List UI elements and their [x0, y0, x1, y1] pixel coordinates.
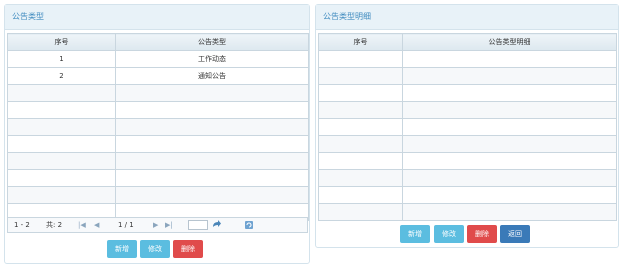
- row-index: 2: [7, 67, 116, 85]
- pagination-bar: 1 - 2 共: 2 |◀ ◀ 1 / 1 ▶ ▶|: [7, 217, 308, 233]
- row-index: 1: [7, 50, 116, 68]
- column-header-type[interactable]: 公告类型: [115, 33, 309, 51]
- empty-row: [7, 152, 309, 170]
- pager-total: 共: 2: [46, 221, 63, 229]
- empty-row: [7, 118, 309, 136]
- back-button[interactable]: 返回: [500, 225, 530, 243]
- go-icon[interactable]: [212, 219, 222, 236]
- empty-row: [318, 135, 617, 153]
- panel-title: 公告类型: [5, 5, 309, 30]
- empty-row: [318, 84, 617, 102]
- last-page-icon[interactable]: ▶|: [165, 218, 173, 232]
- announcement-type-panel: 公告类型 序号 公告类型 1 工作动态 2 通知公告 1 - 2 共: 2 |◀…: [4, 4, 310, 264]
- table-row[interactable]: 1 工作动态: [7, 50, 309, 68]
- announcement-type-table: 序号 公告类型 1 工作动态 2 通知公告: [7, 33, 309, 221]
- empty-row: [318, 152, 617, 170]
- empty-row: [318, 118, 617, 136]
- table-row[interactable]: 2 通知公告: [7, 67, 309, 85]
- empty-row: [7, 169, 309, 187]
- row-type: 通知公告: [115, 67, 309, 85]
- edit-button[interactable]: 修改: [434, 225, 464, 243]
- first-page-icon[interactable]: |◀: [78, 218, 86, 232]
- add-button[interactable]: 新增: [400, 225, 430, 243]
- empty-row: [318, 203, 617, 221]
- add-button[interactable]: 新增: [107, 240, 137, 258]
- empty-row: [318, 67, 617, 85]
- pager-page: 1 / 1: [118, 221, 134, 229]
- empty-row: [318, 101, 617, 119]
- pager-range: 1 - 2: [14, 221, 30, 229]
- column-header-index[interactable]: 序号: [318, 33, 403, 51]
- empty-row: [318, 186, 617, 204]
- next-page-icon[interactable]: ▶: [153, 218, 158, 232]
- empty-row: [7, 101, 309, 119]
- empty-row: [318, 50, 617, 68]
- prev-page-icon[interactable]: ◀: [94, 218, 99, 232]
- delete-button[interactable]: 删除: [173, 240, 203, 258]
- panel-title: 公告类型明细: [316, 5, 618, 30]
- column-header-index[interactable]: 序号: [7, 33, 116, 51]
- refresh-icon[interactable]: [244, 219, 254, 236]
- page-number-input[interactable]: [188, 220, 208, 230]
- announcement-type-detail-panel: 公告类型明细 序号 公告类型明细 新增 修改 删除 返回: [315, 4, 619, 248]
- column-header-detail[interactable]: 公告类型明细: [402, 33, 617, 51]
- empty-row: [7, 135, 309, 153]
- row-type: 工作动态: [115, 50, 309, 68]
- empty-row: [7, 84, 309, 102]
- announcement-type-detail-table: 序号 公告类型明细: [318, 33, 617, 221]
- delete-button[interactable]: 删除: [467, 225, 497, 243]
- edit-button[interactable]: 修改: [140, 240, 170, 258]
- empty-row: [7, 186, 309, 204]
- empty-row: [318, 169, 617, 187]
